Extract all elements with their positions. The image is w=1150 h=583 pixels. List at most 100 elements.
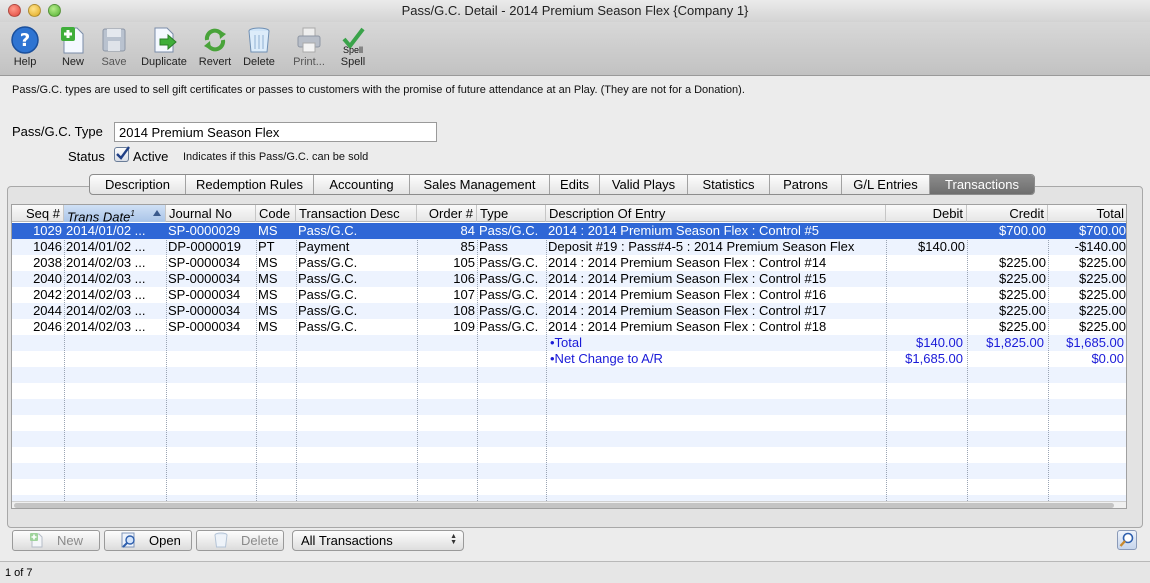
cell-order: 85	[460, 239, 475, 254]
col-credit[interactable]: Credit	[967, 205, 1048, 222]
col-transaction-desc[interactable]: Transaction Desc	[296, 205, 417, 222]
col-debit[interactable]: Debit	[886, 205, 967, 222]
search-icon	[1119, 532, 1134, 547]
tab-transactions[interactable]: Transactions	[930, 175, 1034, 194]
cell-order: 109	[453, 319, 475, 334]
cell-type: Pass/G.C.	[479, 255, 539, 270]
type-input[interactable]	[114, 122, 437, 142]
cell-entry: 2014 : 2014 Premium Season Flex : Contro…	[548, 271, 827, 286]
col-order[interactable]: Order #	[417, 205, 477, 222]
table-row[interactable]: 2042 2014/02/03 ... SP-0000034 MS Pass/G.C. 1…	[12, 287, 1126, 303]
tab-statistics[interactable]: Statistics	[688, 175, 770, 194]
cell-debit	[886, 223, 967, 239]
row-delete-button[interactable]: Delete	[196, 530, 284, 551]
cell-code: MS	[258, 271, 278, 286]
new-button[interactable]: New	[54, 25, 92, 73]
save-button[interactable]: Save	[96, 25, 132, 73]
transaction-filter-select[interactable]: All Transactions ▲ ▼	[292, 530, 464, 551]
total-label: •Total	[550, 335, 583, 350]
scrollbar-thumb[interactable]	[14, 503, 1114, 508]
col-seq[interactable]: Seq #	[12, 205, 64, 222]
active-label[interactable]: Active	[133, 149, 168, 164]
table-row[interactable]: 2038 2014/02/03 ... SP-0000034 MS Pass/G.C. 1…	[12, 255, 1126, 271]
table-row[interactable]: 2046 2014/02/03 ... SP-0000034 MS Pass/G.C. 1…	[12, 319, 1126, 335]
cell-code: MS	[258, 319, 278, 334]
cell-debit	[886, 319, 967, 335]
cell-journal: SP-0000034	[168, 303, 241, 318]
spell-button[interactable]: Spell Spell	[334, 25, 372, 73]
delete-button[interactable]: Delete	[240, 25, 278, 73]
table-row[interactable]: 1046 2014/01/02 ... DP-0000019 PT Payment 85 P…	[12, 239, 1126, 255]
cell-journal: DP-0000019	[168, 239, 241, 254]
tab-sales-management[interactable]: Sales Management	[410, 175, 550, 194]
cell-credit: $225.00	[999, 287, 1046, 302]
col-total[interactable]: Total	[1048, 205, 1126, 222]
cell-code: MS	[258, 303, 278, 318]
checkmark-icon	[116, 146, 130, 160]
svg-text:?: ?	[20, 30, 30, 51]
close-window-button[interactable]	[8, 4, 21, 17]
cell-tdesc: Pass/G.C.	[298, 287, 358, 302]
cell-order: 107	[453, 287, 475, 302]
cell-seq: 2040	[33, 271, 62, 286]
cell-seq: 2046	[33, 319, 62, 334]
search-button[interactable]	[1117, 530, 1137, 550]
cell-total: $225.00	[1079, 319, 1126, 334]
cell-entry: 2014 : 2014 Premium Season Flex : Contro…	[548, 287, 827, 302]
cell-credit: $225.00	[999, 319, 1046, 334]
col-description-of-entry[interactable]: Description Of Entry	[546, 205, 886, 222]
col-code[interactable]: Code	[256, 205, 296, 222]
print-button[interactable]: Print...	[288, 25, 330, 73]
tab-valid-plays[interactable]: Valid Plays	[600, 175, 688, 194]
revert-button[interactable]: Revert	[196, 25, 234, 73]
cell-tdesc: Pass/G.C.	[298, 303, 358, 318]
record-count: 1 of 7	[5, 567, 33, 579]
cell-total: $225.00	[1079, 287, 1126, 302]
tab-description[interactable]: Description	[90, 175, 186, 194]
active-checkbox[interactable]	[114, 146, 130, 162]
net-change-row: •Net Change to A/R $1,685.00 $0.00	[12, 351, 1126, 367]
tab-accounting[interactable]: Accounting	[314, 175, 410, 194]
duplicate-button[interactable]: Duplicate	[136, 25, 192, 73]
net-change-debit: $1,685.00	[905, 351, 963, 366]
open-magnifier-icon	[121, 532, 135, 548]
duplicate-icon	[154, 27, 177, 53]
cell-code: PT	[258, 239, 275, 254]
horizontal-scrollbar[interactable]	[12, 501, 1126, 508]
col-type[interactable]: Type	[477, 205, 546, 222]
cell-date: 2014/02/03 ...	[66, 271, 146, 286]
cell-tdesc: Payment	[298, 239, 350, 254]
tab-patrons[interactable]: Patrons	[770, 175, 842, 194]
minimize-window-button[interactable]	[28, 4, 41, 17]
tab-edits[interactable]: Edits	[550, 175, 600, 194]
cell-seq: 1046	[33, 239, 62, 254]
info-text: Pass/G.C. types are used to sell gift ce…	[12, 84, 745, 96]
cell-tdesc: Pass/G.C.	[298, 255, 358, 270]
row-new-button[interactable]: New	[12, 530, 100, 551]
total-debit: $140.00	[916, 335, 963, 350]
tab-redemption-rules[interactable]: Redemption Rules	[186, 175, 314, 194]
zoom-window-button[interactable]	[48, 4, 61, 17]
cell-entry: 2014 : 2014 Premium Season Flex : Contro…	[548, 319, 827, 334]
active-hint: Indicates if this Pass/G.C. can be sold	[183, 151, 369, 163]
cell-credit: $700.00	[999, 223, 1046, 238]
cell-type: Pass/G.C.	[479, 223, 539, 238]
cell-type: Pass/G.C.	[479, 303, 539, 318]
col-trans-date[interactable]: Trans Date1	[64, 205, 166, 222]
cell-journal: SP-0000034	[168, 319, 241, 334]
help-button[interactable]: ? Help	[4, 25, 46, 73]
add-row-icon	[30, 533, 43, 548]
net-change-total: $0.00	[1091, 351, 1124, 366]
cell-date: 2014/01/02 ...	[66, 239, 146, 254]
table-row[interactable]: 2044 2014/02/03 ... SP-0000034 MS Pass/G.C. 1…	[12, 303, 1126, 319]
col-journal-no[interactable]: Journal No	[166, 205, 256, 222]
total-credit: $1,825.00	[986, 335, 1044, 350]
table-row[interactable]: 2040 2014/02/03 ... SP-0000034 MS Pass/G.C. 1…	[12, 271, 1126, 287]
trash-can-icon	[248, 27, 270, 53]
cell-entry: Deposit #19 : Pass#4-5 : 2014 Premium Se…	[548, 239, 855, 254]
cell-date: 2014/01/02 ...	[66, 223, 146, 238]
tab-gl-entries[interactable]: G/L Entries	[842, 175, 930, 194]
row-open-button[interactable]: Open	[104, 530, 192, 551]
table-row[interactable]: 1029 2014/01/02 ... SP-0000029 MS Pass/G.C. 8…	[12, 223, 1126, 239]
type-label: Pass/G.C. Type	[12, 124, 103, 139]
